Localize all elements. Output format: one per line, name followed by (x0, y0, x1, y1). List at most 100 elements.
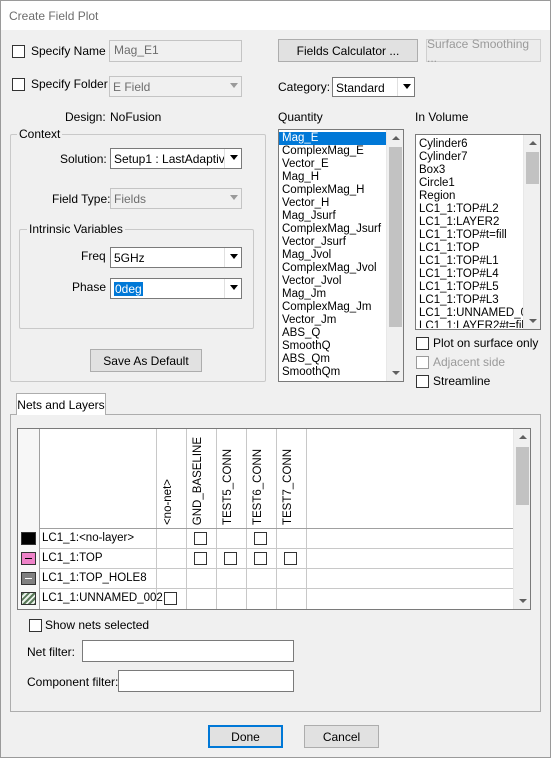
quantity-item[interactable]: Vector_H (279, 197, 387, 210)
chevron-down-icon (224, 77, 241, 96)
volume-item[interactable]: LC1_1:TOP (416, 242, 524, 255)
layer-color-swatch[interactable] (21, 592, 36, 605)
quantity-item[interactable]: ABS_Qm (279, 353, 387, 366)
quantity-item[interactable]: Mag_Jsurf (279, 210, 387, 223)
volume-item[interactable]: LC1_1:TOP#L5 (416, 281, 524, 294)
net-layer-checkbox[interactable] (254, 532, 267, 545)
tab-nets-and-layers[interactable]: Nets and Layers (16, 393, 106, 415)
net-layer-checkbox[interactable] (284, 552, 297, 565)
layer-color-swatch[interactable] (21, 552, 36, 565)
specify-name-checkbox[interactable] (12, 45, 25, 58)
phase-value: 0deg (114, 282, 143, 296)
volume-item[interactable]: LC1_1:TOP#L1 (416, 255, 524, 268)
plot-surface-only-checkbox[interactable] (416, 337, 429, 350)
grid-column-header[interactable]: GND_BASELINE (192, 437, 204, 525)
quantity-item[interactable]: SmoothQm (279, 366, 387, 379)
category-label: Category: (278, 80, 331, 94)
component-filter-label: Component filter: (27, 675, 119, 689)
volume-item[interactable]: LC1_1:TOP#t=fill (416, 229, 524, 242)
grid-row-label: LC1_1:UNNAMED_002 (42, 592, 163, 604)
scroll-thumb[interactable] (389, 147, 402, 327)
grid-row-label: LC1_1:TOP_HOLE8 (42, 572, 147, 584)
volume-item[interactable]: LC1_1:LAYER2 (416, 216, 524, 229)
quantity-item[interactable]: Mag_E (279, 132, 387, 145)
component-filter-input[interactable] (118, 670, 294, 692)
quantity-item[interactable]: Vector_E (279, 158, 387, 171)
plot-surface-only-label: Plot on surface only (433, 336, 539, 350)
quantity-item[interactable]: SmoothQ (279, 340, 387, 353)
layer-color-swatch[interactable] (21, 532, 36, 545)
quantity-item[interactable]: ABS_Q (279, 327, 387, 340)
streamline-checkbox[interactable] (416, 375, 429, 388)
layer-color-swatch[interactable] (21, 572, 36, 585)
show-nets-checkbox[interactable] (29, 619, 42, 632)
folder-dropdown[interactable]: E Field (109, 76, 242, 97)
chevron-down-icon (224, 279, 241, 298)
quantity-item[interactable]: ComplexMag_Jvol (279, 262, 387, 275)
volume-item[interactable]: LC1_1:TOP#L3 (416, 294, 524, 307)
volume-item[interactable]: Box3 (416, 164, 524, 177)
quantity-item[interactable]: Vector_Jm (279, 314, 387, 327)
volume-item[interactable]: LC1_1:TOP#L4 (416, 268, 524, 281)
net-layer-checkbox[interactable] (194, 552, 207, 565)
net-filter-input[interactable] (82, 640, 294, 662)
volume-item[interactable]: Cylinder7 (416, 151, 524, 164)
fields-calculator-button[interactable]: Fields Calculator ... (278, 39, 418, 62)
scroll-up-icon[interactable] (524, 135, 540, 152)
swatch-line-icon (25, 558, 32, 559)
name-field[interactable]: Mag_E1 (109, 40, 242, 62)
quantity-item[interactable]: ComplexMag_Jm (279, 301, 387, 314)
quantity-item[interactable]: ComplexMag_E (279, 145, 387, 158)
scroll-up-icon[interactable] (387, 130, 403, 147)
net-layer-checkbox[interactable] (224, 552, 237, 565)
quantity-item[interactable]: Vector_Jvol (279, 275, 387, 288)
title-bar: Create Field Plot (0, 0, 551, 30)
scroll-up-icon[interactable] (514, 429, 530, 446)
scroll-thumb[interactable] (526, 152, 539, 184)
surface-smoothing-button[interactable]: Surface Smoothing ... (426, 37, 541, 65)
quantity-item[interactable]: Mag_H (279, 171, 387, 184)
net-layer-checkbox[interactable] (254, 552, 267, 565)
scroll-down-icon[interactable] (514, 592, 530, 609)
quantity-scrollbar[interactable] (386, 130, 403, 381)
save-as-default-button[interactable]: Save As Default (90, 349, 202, 372)
scroll-down-icon[interactable] (524, 312, 540, 329)
adjacent-side-checkbox[interactable] (416, 356, 429, 369)
net-layer-checkbox[interactable] (164, 592, 177, 605)
nets-grid[interactable]: <no-net> GND_BASELINE TEST5_CONN TEST6_CONN… (17, 428, 531, 610)
window-title: Create Field Plot (9, 9, 99, 23)
grid-column-header[interactable]: TEST7_CONN (282, 449, 294, 525)
chevron-down-icon (224, 189, 241, 208)
solution-dropdown[interactable]: Setup1 : LastAdaptive (110, 148, 242, 169)
volume-item[interactable]: Circle1 (416, 177, 524, 190)
volume-item[interactable]: LC1_1:TOP#L2 (416, 203, 524, 216)
grid-scrollbar[interactable] (513, 429, 530, 609)
volume-item[interactable]: LC1_1:UNNAMED_002 (416, 307, 524, 320)
quantity-item[interactable]: Mag_Jm (279, 288, 387, 301)
swatch-line-icon (25, 578, 32, 579)
quantity-item[interactable]: ComplexMag_Jsurf (279, 223, 387, 236)
cancel-button[interactable]: Cancel (304, 725, 379, 748)
net-layer-checkbox[interactable] (194, 532, 207, 545)
done-button[interactable]: Done (208, 725, 283, 748)
quantity-item[interactable]: Vector_Jsurf (279, 236, 387, 249)
in-volume-list[interactable]: Cylinder6 Cylinder7 Box3 Circle1 Region LC1_1… (415, 134, 541, 330)
freq-dropdown[interactable]: 5GHz (110, 247, 242, 268)
scroll-down-icon[interactable] (387, 364, 403, 381)
quantity-item[interactable]: Mag_Jvol (279, 249, 387, 262)
quantity-list[interactable]: Mag_E ComplexMag_E Vector_E Mag_H ComplexMag… (278, 129, 404, 382)
field-type-dropdown[interactable]: Fields (110, 188, 242, 209)
specify-folder-checkbox[interactable] (12, 78, 25, 91)
quantity-item[interactable]: ComplexMag_H (279, 184, 387, 197)
grid-column-header[interactable]: TEST6_CONN (252, 449, 264, 525)
category-dropdown[interactable]: Standard (332, 77, 415, 97)
scroll-thumb[interactable] (516, 447, 529, 505)
grid-column-header[interactable]: TEST5_CONN (222, 449, 234, 525)
in-volume-scrollbar[interactable] (523, 135, 540, 329)
grid-column-header[interactable]: <no-net> (162, 479, 174, 525)
volume-item[interactable]: LC1_1:LAYER2#t=fill (416, 320, 524, 328)
volume-item[interactable]: Cylinder6 (416, 138, 524, 151)
volume-item[interactable]: Region (416, 190, 524, 203)
net-filter-label: Net filter: (27, 645, 76, 659)
phase-dropdown[interactable]: 0deg (110, 278, 242, 299)
